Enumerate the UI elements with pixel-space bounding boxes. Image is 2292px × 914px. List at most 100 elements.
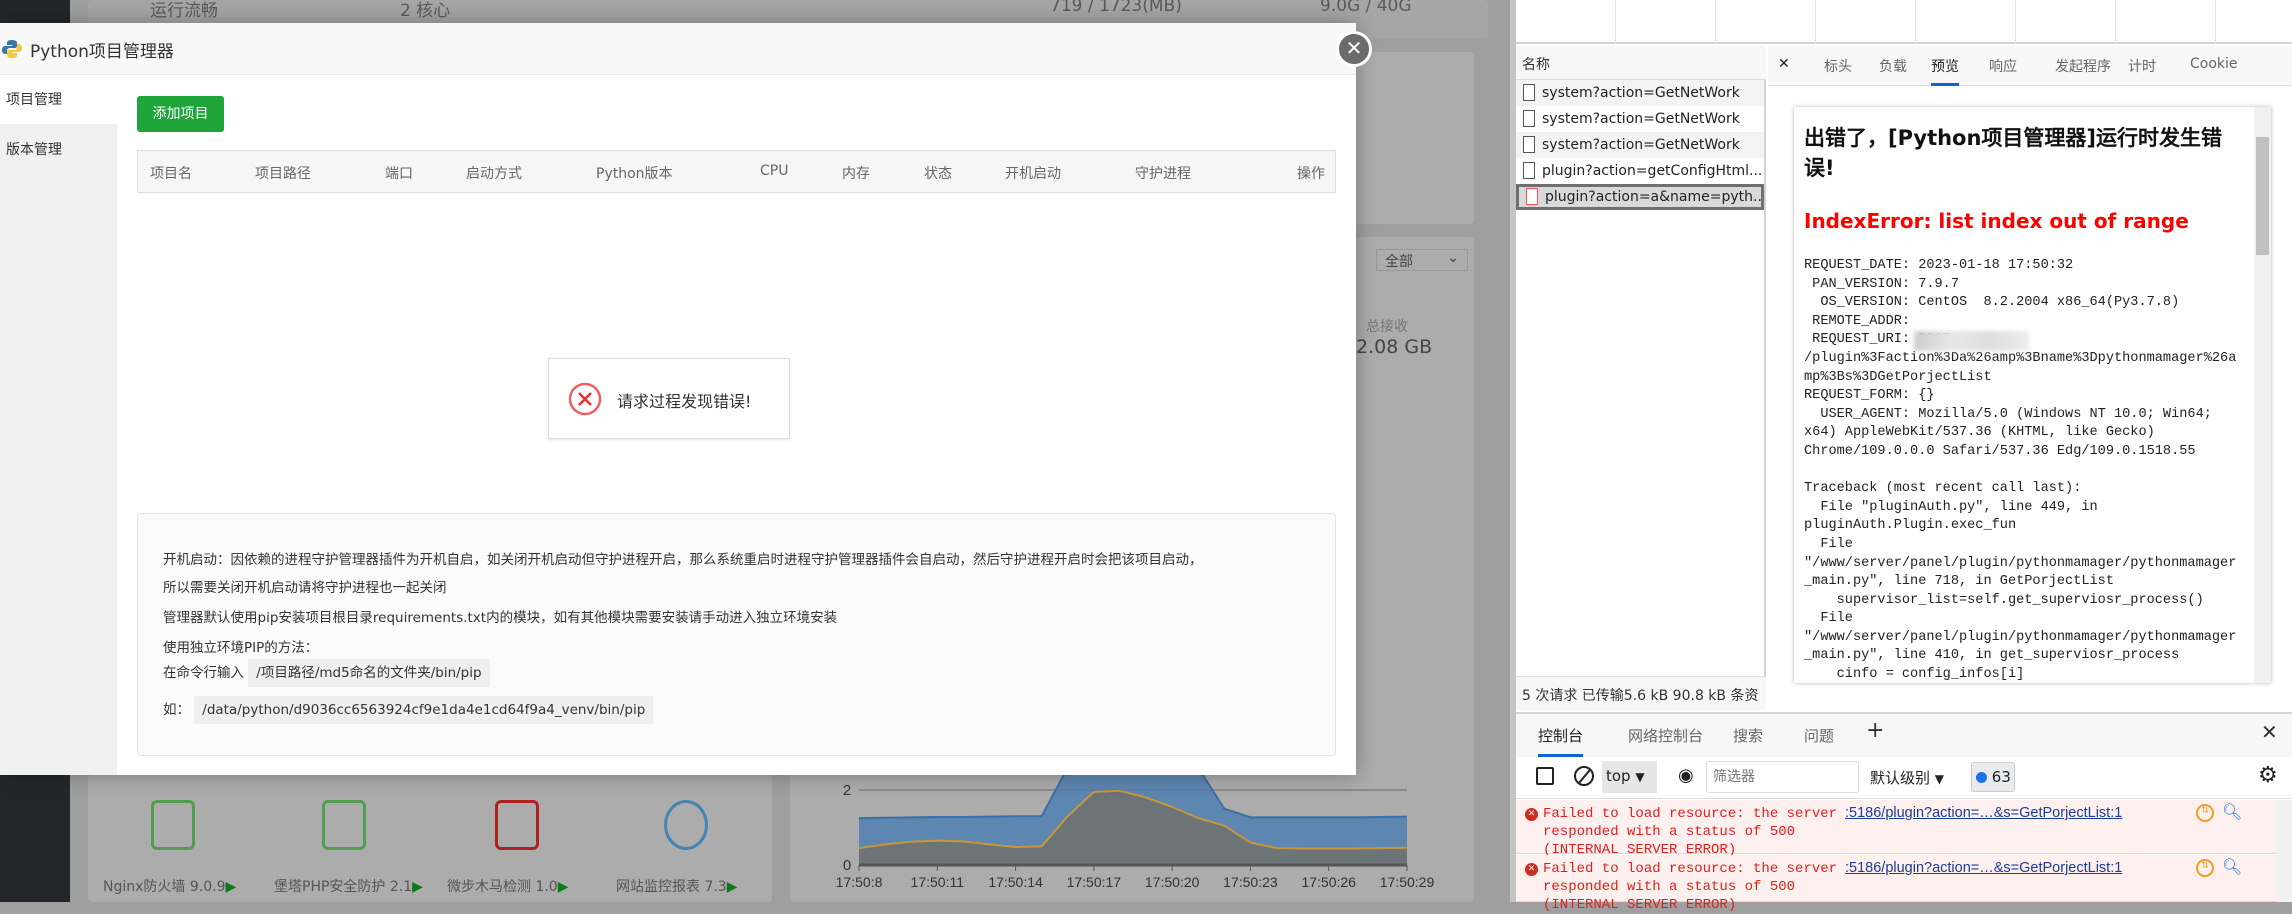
tab-preview[interactable]: 预览 xyxy=(1931,56,1959,86)
tab-timing[interactable]: 计时 xyxy=(2128,56,2156,76)
network-request-icon[interactable]: ⇅ xyxy=(2196,804,2214,822)
x-tick-label: 17:50:26 xyxy=(1301,874,1356,890)
search-icon[interactable]: 🔍︎ xyxy=(2222,802,2242,821)
error-text: Failed to load resource: the server resp… xyxy=(1543,861,1838,913)
play-icon: ▶ xyxy=(225,879,237,895)
preview-line: _main.py", line 718, in GetPorjectList xyxy=(1804,574,2114,590)
x-tick-label: 17:50:23 xyxy=(1223,874,1278,890)
console-scrollbar[interactable] xyxy=(2276,800,2292,902)
add-project-button[interactable]: 添加项目 xyxy=(137,96,224,132)
preview-line: PAN_VERSION: 7.9.7 xyxy=(1804,276,1959,292)
redacted-address xyxy=(1914,331,2029,351)
play-icon: ▶ xyxy=(412,879,423,895)
log-level-select[interactable]: 默认级别 ▼ xyxy=(1870,767,1944,788)
play-icon: ▶ xyxy=(557,879,569,895)
preview-line: supervisor_list=self.get_superviosr_proc… xyxy=(1804,592,2204,608)
preview-line: REQUEST_DATE: 2023-01-18 17:50:32 xyxy=(1804,258,2074,273)
pip-example-code: /data/python/d9036cc6563924cf9e1da4e1cd6… xyxy=(194,696,654,724)
tab-response[interactable]: 响应 xyxy=(1989,56,2017,76)
close-drawer-icon[interactable]: ✕ xyxy=(2261,720,2278,744)
request-row[interactable]: plugin?action=getConfigHtml... xyxy=(1516,158,1764,184)
close-dialog-button[interactable]: ✕ xyxy=(1336,31,1372,67)
source-link[interactable]: :5186/plugin?action=…&s=GetPorjectList:1 xyxy=(1845,860,2122,876)
preview-line xyxy=(1804,462,2236,481)
plugin-label[interactable]: Nginx防火墙 9.0.9▶ xyxy=(103,876,236,896)
preview-line: pluginAuth.Plugin.exec_fun xyxy=(1804,518,2017,534)
preview-line: "/www/server/panel/plugin/pythonmamager/… xyxy=(1804,629,2237,645)
tab-network-console[interactable]: 网络控制台 xyxy=(1628,725,1703,746)
search-icon[interactable]: 🔍︎ xyxy=(2222,857,2242,876)
context-value: top xyxy=(1606,767,1631,785)
column-header: 状态 xyxy=(924,166,952,182)
error-text: Failed to load resource: the server resp… xyxy=(1543,806,1838,858)
column-header: CPU xyxy=(760,163,789,179)
waf-shield-icon[interactable] xyxy=(151,800,195,850)
request-name: plugin?action=a&name=pyth... xyxy=(1545,189,1764,205)
target-icon[interactable] xyxy=(664,800,708,850)
request-name: system?action=GetNetWork xyxy=(1542,137,1740,153)
tab-cookie[interactable]: Cookie xyxy=(2190,56,2238,72)
request-row[interactable]: system?action=GetNetWork xyxy=(1516,80,1764,106)
php-shield-icon[interactable] xyxy=(322,800,366,850)
request-name: system?action=GetNetWork xyxy=(1542,85,1740,101)
plugin-label[interactable]: 微步木马检测 1.0▶ xyxy=(447,876,569,896)
tab-initiator[interactable]: 发起程序 xyxy=(2055,56,2111,76)
error-toast: 请求过程发现错误! xyxy=(548,358,790,439)
y-tick-label: 0 xyxy=(843,857,851,874)
live-expression-eye-icon[interactable]: ◉ xyxy=(1678,765,1694,786)
tab-issues[interactable]: 问题 xyxy=(1804,725,1834,746)
dialog-nav: 项目管理 版本管理 xyxy=(0,76,117,775)
x-tick-label: 17:50:17 xyxy=(1067,874,1122,890)
preview-line: Traceback (most recent call last): xyxy=(1804,481,2082,497)
preview-line: /plugin%3Faction%3Da%26amp%3Bname%3Dpyth… xyxy=(1804,350,2237,366)
nav-item-project-management[interactable]: 项目管理 xyxy=(0,76,117,124)
network-summary: 5 次请求 已传输5.6 kB 90.8 kB 条资 xyxy=(1516,676,1766,710)
drawer-tabs: 控制台 网络控制台 搜索 问题 + ✕ xyxy=(1516,712,2292,757)
tab-search[interactable]: 搜索 xyxy=(1733,725,1763,746)
preview-line: File xyxy=(1804,536,1853,552)
x-tick-label: 17:50:8 xyxy=(836,874,883,890)
request-row-selected[interactable]: plugin?action=a&name=pyth... xyxy=(1516,184,1764,210)
plugin-label[interactable]: 网站监控报表 7.3▶ xyxy=(616,876,738,896)
preview-line: OS_VERSION: CentOS 8.2.2004 x86_64(Py3.7… xyxy=(1804,295,2180,311)
trojan-detect-icon[interactable] xyxy=(495,800,539,850)
tab-console[interactable]: 控制台 xyxy=(1538,725,1584,757)
context-select[interactable]: top ▼ xyxy=(1602,761,1657,793)
close-icon: ✕ xyxy=(1345,36,1363,60)
log-level-value: 默认级别 xyxy=(1870,769,1931,787)
sidebar-toggle-icon[interactable] xyxy=(1536,767,1554,785)
preview-line: "/www/server/panel/plugin/pythonmamager/… xyxy=(1804,555,2237,571)
tab-headers[interactable]: 标头 xyxy=(1824,56,1852,76)
error-icon: ✕ xyxy=(1525,863,1538,876)
document-icon xyxy=(1523,84,1535,101)
preview-line: mp%3Bs%3DGetPorjectList xyxy=(1804,369,1992,385)
scrollbar-thumb[interactable] xyxy=(2256,137,2269,255)
source-link[interactable]: :5186/plugin?action=…&s=GetPorjectList:1 xyxy=(1845,805,2122,821)
add-tab-icon[interactable]: + xyxy=(1866,718,1884,743)
request-row[interactable]: system?action=GetNetWork xyxy=(1516,106,1764,132)
dialog-header: Python项目管理器 xyxy=(0,23,1356,75)
preview-details: REQUEST_DATE: 2023-01-18 17:50:32 PAN_VE… xyxy=(1804,257,2236,683)
request-row[interactable]: system?action=GetNetWork xyxy=(1516,132,1764,158)
console-toolbar: top ▼ ◉ 默认级别 ▼ 63 ⚙ xyxy=(1516,757,2292,799)
console-filter-input[interactable] xyxy=(1706,761,1859,793)
network-request-icon[interactable]: ⇅ xyxy=(2196,859,2214,877)
help-info-box: 开机启动：因依赖的进程守护管理器插件为开机自启，如关闭开机启动但守护进程开启，那… xyxy=(137,513,1336,756)
clear-console-icon[interactable] xyxy=(1574,766,1594,786)
nav-item-version-management[interactable]: 版本管理 xyxy=(0,126,117,174)
devtools-panel: 名称 system?action=GetNetWork system?actio… xyxy=(1510,0,2292,913)
request-list: 名称 system?action=GetNetWork system?actio… xyxy=(1516,46,1766,710)
name-column-header: 名称 xyxy=(1516,46,1766,80)
close-detail-icon[interactable]: ✕ xyxy=(1778,56,1790,72)
info-text: 在命令行输入 xyxy=(163,665,244,681)
preview-line: REQUEST_FORM: {} xyxy=(1804,388,1935,404)
message-count-badge[interactable]: 63 xyxy=(1971,762,2015,792)
info-text: 使用独立环境PIP的方法： xyxy=(163,640,319,656)
preview-error: IndexError: list index out of range xyxy=(1804,209,2189,233)
python-logo-icon xyxy=(2,40,22,58)
plugin-label[interactable]: 堡塔PHP安全防护 2.1▶ xyxy=(274,876,423,896)
column-header: 守护进程 xyxy=(1135,166,1191,182)
document-icon xyxy=(1523,136,1535,153)
settings-gear-icon[interactable]: ⚙ xyxy=(2258,763,2278,788)
tab-payload[interactable]: 负载 xyxy=(1879,56,1907,76)
